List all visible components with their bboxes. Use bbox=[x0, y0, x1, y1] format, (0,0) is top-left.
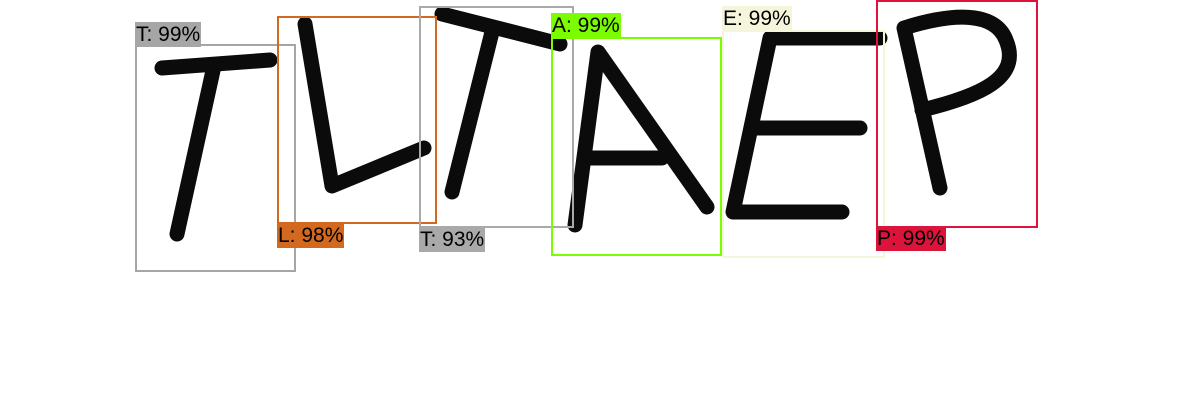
detection-label-t-first: T: 99% bbox=[135, 22, 202, 47]
detection-box-a bbox=[551, 37, 722, 256]
detection-label-p: P: 99% bbox=[876, 226, 946, 251]
detection-box-l bbox=[277, 16, 437, 224]
detection-label-a: A: 99% bbox=[551, 13, 621, 38]
detection-box-p bbox=[876, 0, 1038, 228]
detection-box-t-first bbox=[135, 44, 296, 272]
detection-box-e bbox=[722, 30, 885, 258]
detection-label-l: L: 98% bbox=[277, 223, 345, 248]
detection-label-t-second: T: 93% bbox=[419, 227, 486, 252]
detection-label-e: E: 99% bbox=[722, 6, 792, 31]
